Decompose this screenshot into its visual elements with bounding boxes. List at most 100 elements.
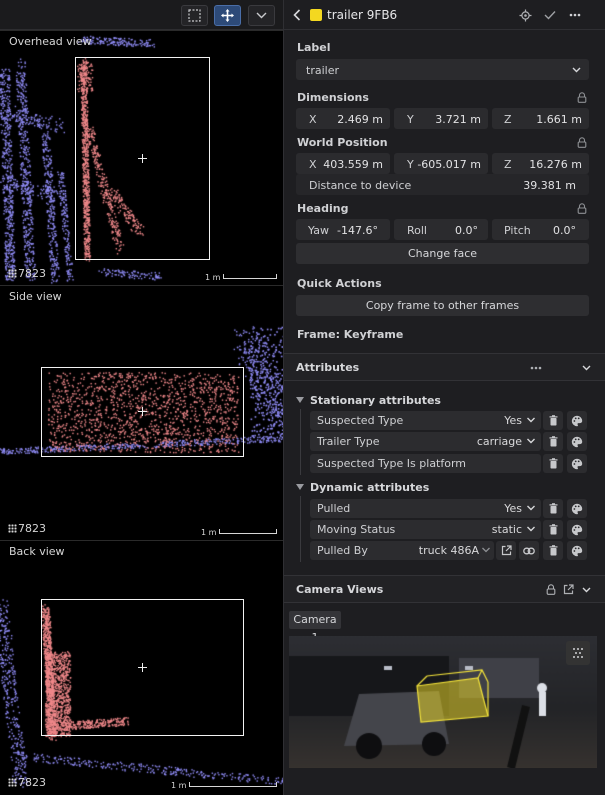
delete-attr-button[interactable] bbox=[543, 541, 563, 560]
palette-attr-button[interactable] bbox=[567, 520, 587, 539]
world-y-value: -605.017 m bbox=[417, 158, 481, 171]
attributes-panel-header[interactable]: Attributes bbox=[284, 353, 605, 381]
locate-button[interactable] bbox=[517, 7, 533, 23]
attr-select-moving-status[interactable]: Moving Status static bbox=[310, 520, 541, 539]
camera-views-panel-header[interactable]: Camera Views bbox=[284, 575, 605, 603]
target-icon bbox=[519, 9, 531, 21]
dimensions-heading: Dimensions bbox=[297, 91, 369, 104]
attr-select-trailer-type[interactable]: Trailer Type carriage bbox=[310, 432, 541, 451]
more-options-button[interactable] bbox=[567, 7, 583, 23]
overhead-view[interactable]: Overhead view 7823 1 m bbox=[0, 30, 283, 285]
frame-label: Frame: Keyframe bbox=[297, 328, 404, 341]
palette-attr-button[interactable] bbox=[567, 454, 587, 473]
chevron-down-icon[interactable] bbox=[582, 365, 591, 371]
delete-attr-button[interactable] bbox=[543, 499, 563, 518]
yaw-label: Yaw bbox=[308, 224, 329, 237]
roll-value: 0.0° bbox=[455, 224, 478, 237]
world-position-heading: World Position bbox=[297, 136, 388, 149]
copy-frame-button[interactable]: Copy frame to other frames bbox=[296, 295, 589, 316]
more-icon[interactable] bbox=[530, 366, 542, 370]
dimensions-lock-icon[interactable] bbox=[577, 92, 587, 103]
check-icon bbox=[544, 11, 556, 20]
delete-attr-button[interactable] bbox=[543, 454, 563, 473]
side-scale-label: 1 m bbox=[201, 528, 217, 537]
attr-select-suspected-type[interactable]: Suspected Type Yes bbox=[310, 411, 541, 430]
stationary-attributes-toggle[interactable]: Stationary attributes bbox=[296, 394, 441, 407]
camera-1-tab[interactable]: Camera 1 bbox=[289, 611, 341, 644]
view-toolbar bbox=[0, 0, 283, 30]
chevron-down-icon[interactable] bbox=[582, 587, 591, 593]
palette-icon bbox=[571, 436, 583, 447]
world-z-label: Z bbox=[504, 158, 512, 171]
world-z-value: 16.276 m bbox=[529, 158, 582, 171]
palette-attr-button[interactable] bbox=[567, 541, 587, 560]
attributes-title: Attributes bbox=[296, 361, 360, 374]
back-view-title: Back view bbox=[9, 545, 65, 558]
dimension-z-label: Z bbox=[504, 113, 512, 126]
pitch-value: 0.0° bbox=[553, 224, 576, 237]
attr-select-pulled-by[interactable]: Pulled By truck 486A bbox=[310, 541, 494, 560]
lock-icon[interactable] bbox=[546, 584, 556, 595]
attr-select-pulled[interactable]: Pulled Yes bbox=[310, 499, 541, 518]
dimension-z-value: 1.661 m bbox=[536, 113, 582, 126]
palette-attr-button[interactable] bbox=[567, 432, 587, 451]
confirm-button[interactable] bbox=[542, 7, 558, 23]
open-linked-object-button[interactable] bbox=[496, 541, 516, 560]
dimension-z-field[interactable]: Z 1.661 m bbox=[492, 108, 589, 129]
link-object-button[interactable] bbox=[519, 541, 539, 560]
attr-name: Trailer Type bbox=[317, 435, 380, 448]
camera-image[interactable] bbox=[289, 636, 597, 768]
dimension-y-field[interactable]: Y 3.721 m bbox=[394, 108, 488, 129]
external-link-icon[interactable] bbox=[563, 584, 574, 595]
attr-name: Suspected Type bbox=[317, 414, 404, 427]
palette-icon bbox=[571, 524, 583, 535]
trash-icon bbox=[549, 524, 557, 535]
object-title: trailer 9FB6 bbox=[327, 8, 398, 22]
side-view[interactable]: Side view 7823 1 m bbox=[0, 285, 283, 540]
select-box-button[interactable] bbox=[181, 5, 208, 26]
side-center-crosshair bbox=[138, 407, 147, 416]
palette-icon bbox=[571, 458, 583, 469]
attr-row-pulled-by: Pulled By truck 486A bbox=[310, 541, 590, 560]
back-center-crosshair bbox=[138, 663, 147, 672]
palette-attr-button[interactable] bbox=[567, 411, 587, 430]
dynamic-attributes-toggle[interactable]: Dynamic attributes bbox=[296, 481, 429, 494]
world-position-lock-icon[interactable] bbox=[577, 137, 587, 148]
world-x-field[interactable]: X 403.559 m bbox=[296, 153, 390, 174]
delete-attr-button[interactable] bbox=[543, 432, 563, 451]
world-y-field[interactable]: Y -605.017 m bbox=[394, 153, 488, 174]
attr-row-suspected-type-is-platform: Suspected Type Is platform bbox=[310, 454, 590, 473]
select-box-icon bbox=[188, 9, 201, 22]
label-select[interactable]: trailer bbox=[296, 59, 589, 80]
attr-value: static bbox=[491, 523, 522, 536]
delete-attr-button[interactable] bbox=[543, 411, 563, 430]
back-button[interactable] bbox=[289, 7, 305, 23]
roll-label: Roll bbox=[407, 224, 427, 237]
palette-attr-button[interactable] bbox=[567, 499, 587, 518]
back-view[interactable]: Back view 7823 1 m bbox=[0, 540, 283, 795]
chevron-down-icon bbox=[527, 438, 535, 444]
delete-attr-button[interactable] bbox=[543, 520, 563, 539]
world-z-field[interactable]: Z 16.276 m bbox=[492, 153, 589, 174]
dimension-x-field[interactable]: X 2.469 m bbox=[296, 108, 390, 129]
view-options-dropdown[interactable] bbox=[248, 5, 275, 26]
attr-name: Pulled By bbox=[317, 544, 368, 557]
back-chevron-icon bbox=[293, 9, 301, 21]
change-face-button[interactable]: Change face bbox=[296, 243, 589, 264]
side-scale-bar bbox=[219, 529, 277, 534]
move-tool-button[interactable] bbox=[214, 5, 241, 26]
chevron-down-icon bbox=[527, 526, 535, 532]
trash-icon bbox=[549, 436, 557, 447]
yaw-field[interactable]: Yaw -147.6° bbox=[296, 219, 390, 240]
external-link-icon bbox=[501, 545, 512, 556]
heading-lock-icon[interactable] bbox=[577, 203, 587, 214]
overhead-view-title: Overhead view bbox=[9, 35, 92, 48]
trash-icon bbox=[549, 458, 557, 469]
attr-name: Pulled bbox=[317, 502, 351, 515]
heading-heading: Heading bbox=[297, 202, 349, 215]
attr-field-suspected-type-is-platform[interactable]: Suspected Type Is platform bbox=[310, 454, 541, 473]
pitch-field[interactable]: Pitch 0.0° bbox=[492, 219, 589, 240]
trash-icon bbox=[549, 503, 557, 514]
roll-field[interactable]: Roll 0.0° bbox=[394, 219, 488, 240]
camera-points-toggle-button[interactable] bbox=[566, 641, 590, 665]
